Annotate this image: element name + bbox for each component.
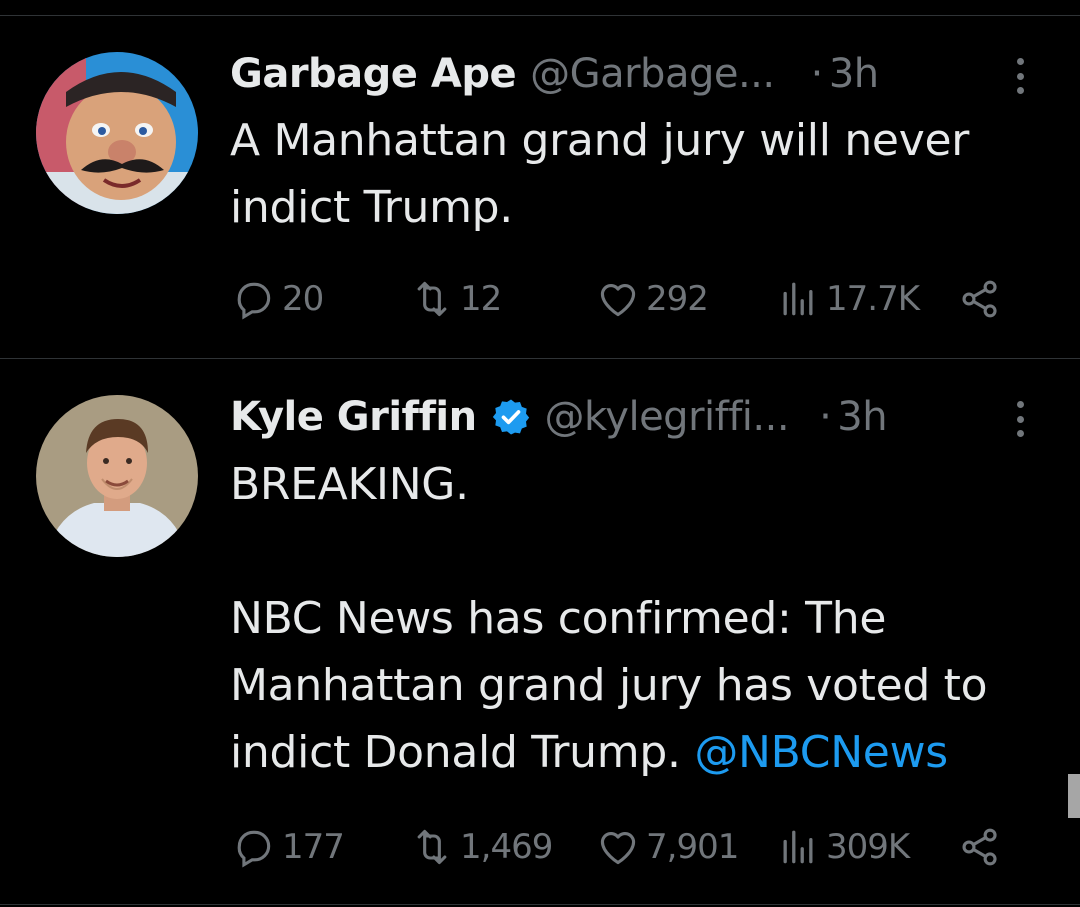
tweet-text-line: A Manhattan grand jury will never — [230, 115, 970, 166]
views-count: 17.7K — [826, 279, 920, 319]
share-icon — [962, 828, 997, 866]
kyle-griffin-avatar-image — [36, 395, 198, 557]
views-button[interactable]: 17.7K — [776, 274, 920, 324]
repost-button[interactable]: 12 — [410, 274, 502, 324]
reply-button[interactable]: 20 — [232, 274, 324, 324]
tweet-feed: Garbage Ape @Garbage... · 3h A Manhattan… — [0, 0, 1080, 907]
like-button[interactable]: 292 — [596, 274, 709, 324]
author-name[interactable]: Garbage Ape — [230, 51, 517, 97]
heart-icon — [600, 832, 636, 865]
mention-link[interactable]: @NBCNews — [694, 727, 948, 778]
author-handle[interactable]: @Garbage... — [530, 51, 775, 97]
reply-count: 177 — [282, 827, 345, 867]
views-icon — [783, 830, 813, 864]
share-button[interactable] — [958, 274, 1002, 324]
tweet-garbage-ape[interactable]: Garbage Ape @Garbage... · 3h A Manhattan… — [0, 0, 1080, 358]
tweet-kyle-griffin[interactable]: Kyle Griffin @kylegriffi... · 3h BREAKIN… — [0, 359, 1080, 907]
tweet-header: Garbage Ape @Garbage... · 3h — [230, 46, 1080, 102]
timestamp[interactable]: 3h — [829, 51, 879, 97]
share-button[interactable] — [958, 822, 1002, 872]
more-icon[interactable] — [1004, 395, 1036, 443]
share-icon — [962, 280, 997, 318]
action-bar: 20 12 292 17.7K — [0, 274, 1080, 324]
scrollbar-thumb[interactable] — [1068, 774, 1080, 818]
separator-dot: · — [819, 394, 832, 440]
separator-dot: · — [810, 51, 824, 97]
tweet-text: BREAKING. NBC News has confirmed: The Ma… — [230, 451, 1050, 786]
views-button[interactable]: 309K — [776, 822, 910, 872]
tweet-text-fragment: indict Donald Trump. — [230, 727, 681, 778]
like-button[interactable]: 7,901 — [596, 822, 739, 872]
tweet-text-line: NBC News has confirmed: The — [230, 593, 887, 644]
action-bar: 177 1,469 7,901 309K — [0, 822, 1080, 872]
heart-icon — [600, 284, 636, 317]
author-handle[interactable]: @kylegriffi... — [545, 394, 790, 440]
repost-count: 12 — [460, 279, 502, 319]
reply-icon — [237, 282, 271, 320]
timestamp[interactable]: 3h — [837, 394, 887, 440]
reply-count: 20 — [282, 279, 324, 319]
more-icon[interactable] — [1004, 52, 1036, 100]
tweet-header: Kyle Griffin @kylegriffi... · 3h — [230, 389, 1080, 445]
reply-icon — [237, 830, 271, 868]
like-count: 7,901 — [646, 827, 739, 867]
reply-button[interactable]: 177 — [232, 822, 345, 872]
tweet-text-line: indict Donald Trump. @NBCNews — [230, 719, 1050, 786]
tweet-text-line: BREAKING. — [230, 459, 469, 510]
repost-button[interactable]: 1,469 — [410, 822, 553, 872]
divider-bottom — [0, 904, 1080, 905]
tweet-text-line: Manhattan grand jury has voted to — [230, 660, 988, 711]
avatar[interactable] — [36, 395, 198, 557]
like-count: 292 — [646, 279, 709, 319]
verified-badge-icon[interactable] — [491, 397, 531, 437]
views-icon — [783, 282, 813, 316]
author-name[interactable]: Kyle Griffin — [230, 394, 477, 440]
repost-count: 1,469 — [460, 827, 553, 867]
tweet-text: A Manhattan grand jury will never indict… — [230, 107, 1050, 241]
repost-icon — [417, 829, 447, 865]
tweet-text-line: indict Trump. — [230, 182, 513, 233]
views-count: 309K — [826, 827, 910, 867]
garbage-ape-avatar-image — [36, 52, 198, 214]
repost-icon — [417, 281, 447, 317]
avatar[interactable] — [36, 52, 198, 214]
